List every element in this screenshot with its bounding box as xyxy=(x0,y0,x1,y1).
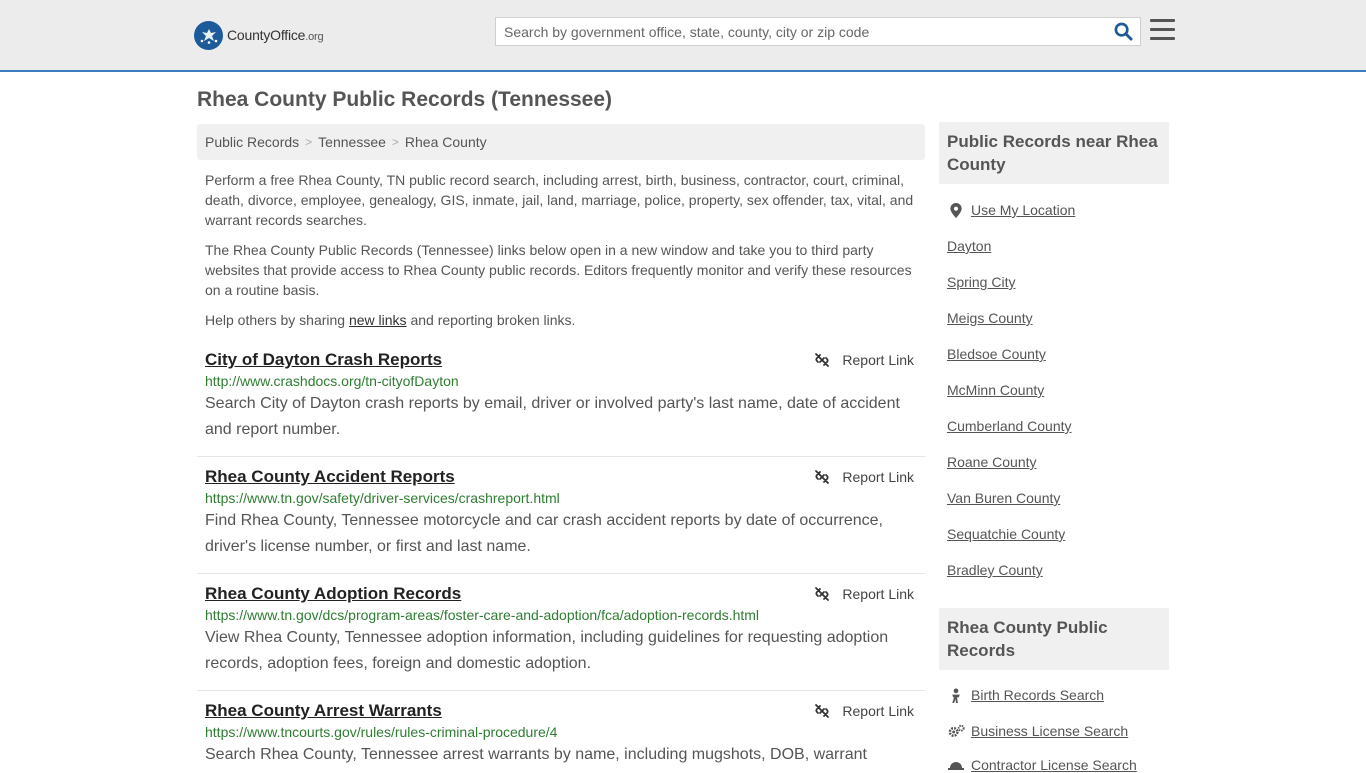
breadcrumb-tennessee[interactable]: Tennessee xyxy=(318,134,386,150)
nearby-link[interactable]: Spring City xyxy=(947,274,1015,290)
broken-link-icon xyxy=(815,587,830,601)
breadcrumb-separator-icon: > xyxy=(391,135,399,149)
business-license-label: Business License Search xyxy=(971,723,1129,739)
listing-item: Rhea County Accident Reports https://www… xyxy=(197,467,925,560)
nearby-link[interactable]: Bradley County xyxy=(947,562,1043,578)
divider xyxy=(197,456,925,457)
contractor-license-link[interactable]: Contractor License Search xyxy=(947,757,1137,773)
site-logo[interactable]: CountyOffice.org xyxy=(194,20,324,50)
intro-p3-after: and reporting broken links. xyxy=(406,312,576,328)
use-my-location-label: Use My Location xyxy=(971,202,1076,218)
report-link-button[interactable]: Report Link xyxy=(814,352,914,368)
intro-text: Perform a free Rhea County, TN public re… xyxy=(205,170,921,340)
report-link-label: Report Link xyxy=(842,703,914,719)
search-box xyxy=(495,17,1141,46)
hardhat-icon xyxy=(947,759,965,771)
search-input[interactable] xyxy=(496,18,1106,45)
gears-icon xyxy=(947,724,965,738)
breadcrumb-rhea-county[interactable]: Rhea County xyxy=(405,134,487,150)
broken-link-icon xyxy=(815,470,830,484)
report-link-label: Report Link xyxy=(842,352,914,368)
site-header: CountyOffice.org xyxy=(0,0,1366,72)
hamburger-menu-icon[interactable] xyxy=(1150,19,1175,41)
listing-item: Rhea County Adoption Records https://www… xyxy=(197,584,925,677)
breadcrumb-public-records[interactable]: Public Records xyxy=(205,134,299,150)
broken-link-icon xyxy=(815,353,830,367)
listing-description: Search City of Dayton crash reports by e… xyxy=(205,395,900,438)
report-link-button[interactable]: Report Link xyxy=(814,586,914,602)
logo-name: CountyOffice xyxy=(227,27,306,43)
divider xyxy=(197,573,925,574)
birth-records-label: Birth Records Search xyxy=(971,687,1105,703)
breadcrumb: Public Records > Tennessee > Rhea County xyxy=(197,124,925,160)
listing-description: Search Rhea County, Tennessee arrest war… xyxy=(205,746,867,763)
listing-title-link[interactable]: City of Dayton Crash Reports xyxy=(205,350,442,370)
nearby-link[interactable]: Roane County xyxy=(947,454,1037,470)
listing-url-link[interactable]: https://www.tncourts.gov/rules/rules-cri… xyxy=(205,724,925,740)
report-link-label: Report Link xyxy=(842,469,914,485)
use-my-location-link[interactable]: Use My Location xyxy=(947,202,1075,218)
logo-tld: .org xyxy=(305,31,324,43)
report-link-button[interactable]: Report Link xyxy=(814,703,914,719)
intro-paragraph-3: Help others by sharing new links and rep… xyxy=(205,310,921,330)
business-license-link[interactable]: Business License Search xyxy=(947,723,1128,739)
listing-title-link[interactable]: Rhea County Arrest Warrants xyxy=(205,701,442,721)
birth-records-link[interactable]: Birth Records Search xyxy=(947,687,1104,703)
sidebar-records-heading: Rhea County Public Records xyxy=(939,608,1169,670)
report-link-label: Report Link xyxy=(842,586,914,602)
intro-paragraph-2: The Rhea County Public Records (Tennesse… xyxy=(205,242,912,298)
listing-title-link[interactable]: Rhea County Adoption Records xyxy=(205,584,461,604)
report-link-button[interactable]: Report Link xyxy=(814,469,914,485)
new-links-link[interactable]: new links xyxy=(349,312,407,328)
listing-item: Rhea County Arrest Warrants https://www.… xyxy=(197,701,925,768)
listing-url-link[interactable]: https://www.tn.gov/dcs/program-areas/fos… xyxy=(205,607,925,623)
intro-p3-before: Help others by sharing xyxy=(205,312,349,328)
listing-description: Find Rhea County, Tennessee motorcycle a… xyxy=(205,512,883,555)
nearby-link[interactable]: Cumberland County xyxy=(947,418,1072,434)
nearby-link[interactable]: Meigs County xyxy=(947,310,1033,326)
nearby-link[interactable]: Van Buren County xyxy=(947,490,1060,506)
logo-text: CountyOffice.org xyxy=(227,27,324,43)
broken-link-icon xyxy=(815,704,830,718)
nearby-link[interactable]: Dayton xyxy=(947,238,991,254)
contractor-license-label: Contractor License Search xyxy=(971,757,1137,773)
nearby-link[interactable]: Bledsoe County xyxy=(947,346,1046,362)
divider xyxy=(197,690,925,691)
intro-paragraph-1: Perform a free Rhea County, TN public re… xyxy=(205,172,914,228)
baby-icon xyxy=(947,687,965,703)
listing-item: City of Dayton Crash Reports http://www.… xyxy=(197,350,925,443)
breadcrumb-separator-icon: > xyxy=(305,135,313,149)
map-marker-icon xyxy=(947,202,965,218)
page-title: Rhea County Public Records (Tennessee) xyxy=(197,88,613,111)
seal-logo-icon xyxy=(194,20,223,50)
listing-url-link[interactable]: https://www.tn.gov/safety/driver-service… xyxy=(205,490,925,506)
sidebar-near-heading: Public Records near Rhea County xyxy=(939,122,1169,184)
search-button[interactable] xyxy=(1106,18,1140,45)
listing-description: View Rhea County, Tennessee adoption inf… xyxy=(205,629,889,672)
search-icon xyxy=(1114,22,1133,41)
listing-url-link[interactable]: http://www.crashdocs.org/tn-cityofDayton xyxy=(205,373,925,389)
nearby-link[interactable]: McMinn County xyxy=(947,382,1044,398)
nearby-link[interactable]: Sequatchie County xyxy=(947,526,1065,542)
listing-title-link[interactable]: Rhea County Accident Reports xyxy=(205,467,455,487)
